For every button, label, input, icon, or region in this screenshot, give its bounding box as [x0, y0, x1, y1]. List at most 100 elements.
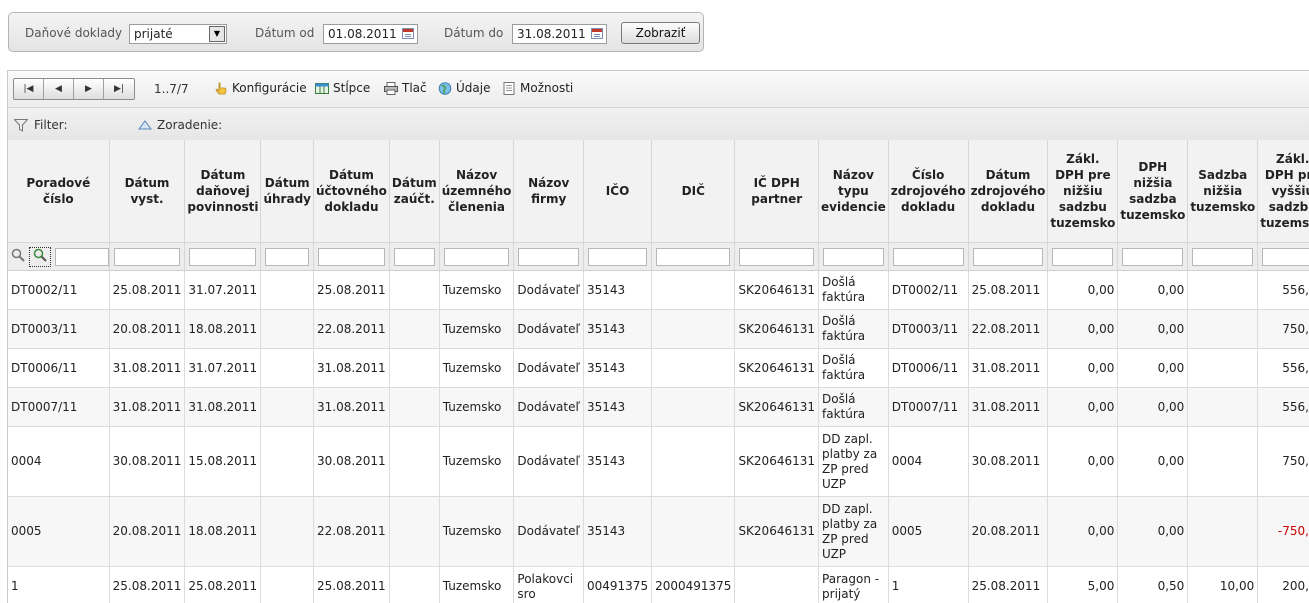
table-row[interactable]: DT0002/11 25.08.2011 31.07.2011 25.08.2011 T… — [8, 270, 1309, 310]
column-header[interactable]: Sadzba nižšia tuzemsko — [1187, 140, 1259, 243]
filter-input[interactable] — [892, 247, 964, 266]
print-button[interactable]: Tlač — [384, 81, 427, 95]
configuration-label: Konfigurácie — [232, 81, 307, 95]
filter-input[interactable] — [1262, 247, 1309, 266]
table-cell: Tuzemsko — [439, 387, 515, 427]
table-cell: Došlá faktúra — [818, 309, 889, 349]
table-cell: Dodávateľ — [513, 496, 584, 567]
filter-input[interactable] — [518, 247, 579, 266]
filter-input[interactable] — [1052, 247, 1114, 266]
prev-page-icon[interactable]: ◀ — [44, 79, 74, 99]
table-cell — [389, 496, 440, 567]
filter-input[interactable] — [54, 247, 109, 266]
table-row[interactable]: DT0003/11 20.08.2011 18.08.2011 22.08.2011 T… — [8, 309, 1309, 349]
column-header[interactable]: Zákl. DPH pre vyššiu sadzbu tuzemsko — [1257, 140, 1309, 243]
column-header[interactable]: Dátum účtovného dokladu — [313, 140, 390, 243]
filter-input[interactable] — [972, 247, 1044, 266]
filter-toggle[interactable]: Filter: — [14, 118, 68, 132]
next-page-icon[interactable]: ▶ — [74, 79, 104, 99]
column-header[interactable]: IČO — [583, 140, 653, 243]
columns-button[interactable]: Stĺpce — [315, 81, 370, 95]
table-cell: 15.08.2011 — [184, 426, 262, 497]
filter-input[interactable] — [265, 247, 309, 266]
table-cell: 22.08.2011 — [968, 309, 1049, 349]
table-cell: Došlá faktúra — [818, 270, 889, 310]
table-cell — [1187, 426, 1259, 497]
show-button[interactable]: Zobraziť — [621, 22, 700, 44]
table-cell: 750,00 — [1257, 426, 1309, 497]
table-row[interactable]: DT0007/11 31.08.2011 31.08.2011 31.08.2011 T… — [8, 387, 1309, 427]
table-row[interactable]: 1 25.08.2011 25.08.2011 25.08.2011 Tuzemsko P… — [8, 566, 1309, 603]
table-cell — [389, 566, 440, 603]
table-cell: 35143 — [583, 387, 653, 427]
filter-input[interactable] — [1122, 247, 1184, 266]
table-cell: Dodávateľ — [513, 309, 584, 349]
filter-input[interactable] — [588, 247, 648, 266]
column-header[interactable]: DPH nižšia sadzba tuzemsko — [1117, 140, 1189, 243]
data-button[interactable]: Údaje — [438, 81, 490, 95]
table-cell: DT0003/11 — [888, 309, 969, 349]
table-row[interactable]: DT0006/11 31.08.2011 31.07.2011 31.08.2011 T… — [8, 348, 1309, 388]
column-header[interactable]: Názov firmy — [513, 140, 584, 243]
table-cell: DT0003/11 — [8, 309, 110, 349]
table-cell: DT0002/11 — [888, 270, 969, 310]
column-header[interactable]: Dátum zdrojového dokladu — [968, 140, 1049, 243]
table-cell — [260, 426, 314, 497]
filter-input[interactable] — [443, 247, 510, 266]
chevron-down-icon[interactable]: ▼ — [209, 26, 225, 42]
doc-type-select[interactable]: prijaté ▼ — [129, 24, 227, 44]
column-header[interactable]: Zákl. DPH pre nižšiu sadzbu tuzemsko — [1047, 140, 1119, 243]
filter-input[interactable] — [823, 247, 884, 266]
calendar-icon[interactable] — [591, 28, 603, 39]
date-from-field[interactable]: 01.08.2011 — [323, 24, 418, 44]
table-cell: Tuzemsko — [439, 566, 515, 603]
filter-label: Filter: — [34, 118, 68, 132]
table-cell — [1187, 348, 1259, 388]
table-cell: Došlá faktúra — [818, 387, 889, 427]
table-cell: SK20646131 — [734, 496, 820, 567]
filter-input[interactable] — [113, 247, 181, 266]
filter-input[interactable] — [739, 247, 815, 266]
search-icon[interactable] — [11, 248, 25, 265]
table-row[interactable]: 0005 20.08.2011 18.08.2011 22.08.2011 Tuzems… — [8, 496, 1309, 567]
table-cell: SK20646131 — [734, 309, 820, 349]
record-range: 1..7/7 — [154, 82, 189, 96]
filter-input[interactable] — [1192, 247, 1254, 266]
calendar-icon[interactable] — [402, 28, 414, 39]
column-header[interactable]: Poradové číslo — [8, 140, 110, 243]
table-row[interactable]: 0004 30.08.2011 15.08.2011 30.08.2011 Tuzems… — [8, 426, 1309, 497]
filter-input[interactable] — [393, 247, 435, 266]
configuration-button[interactable]: Konfigurácie — [214, 81, 307, 95]
column-header[interactable]: Dátum vyst. — [109, 140, 186, 243]
table-cell: DT0002/11 — [8, 270, 110, 310]
search-clear-icon[interactable] — [28, 246, 51, 267]
table-cell: 556,00 — [1257, 270, 1309, 310]
table-cell — [389, 270, 440, 310]
table-cell: 25.08.2011 — [968, 270, 1049, 310]
table-cell: 20.08.2011 — [109, 309, 186, 349]
column-header[interactable]: DIČ — [651, 140, 736, 243]
last-page-icon[interactable]: ▶| — [104, 79, 134, 99]
column-header[interactable]: Číslo zdrojového dokladu — [888, 140, 969, 243]
column-header[interactable]: IČ DPH partner — [734, 140, 820, 243]
sort-toggle[interactable]: Zoradenie: — [138, 118, 222, 132]
filter-input[interactable] — [656, 247, 731, 266]
date-to-field[interactable]: 31.08.2011 — [512, 24, 607, 44]
first-page-icon[interactable]: |◀ — [14, 79, 44, 99]
column-header[interactable]: Názov územného členenia — [439, 140, 515, 243]
column-header[interactable]: Dátum daňovej povinnosti — [184, 140, 262, 243]
table-cell: 31.08.2011 — [313, 387, 390, 427]
filter-input[interactable] — [317, 247, 385, 266]
table-cell: Tuzemsko — [439, 496, 515, 567]
date-to-label: Dátum do — [444, 26, 504, 40]
column-header[interactable]: Názov typu evidencie — [818, 140, 889, 243]
column-header[interactable]: Dátum úhrady — [260, 140, 314, 243]
column-header[interactable]: Dátum zaúčt. — [389, 140, 440, 243]
table-body: DT0002/11 25.08.2011 31.07.2011 25.08.2011 T… — [8, 270, 1309, 603]
filter-input[interactable] — [189, 247, 257, 266]
table-cell: SK20646131 — [734, 426, 820, 497]
table-cell: 0,00 — [1047, 387, 1119, 427]
table-cell: 0,00 — [1047, 348, 1119, 388]
options-button[interactable]: Možnosti — [502, 81, 573, 95]
table-cell: 25.08.2011 — [313, 566, 390, 603]
